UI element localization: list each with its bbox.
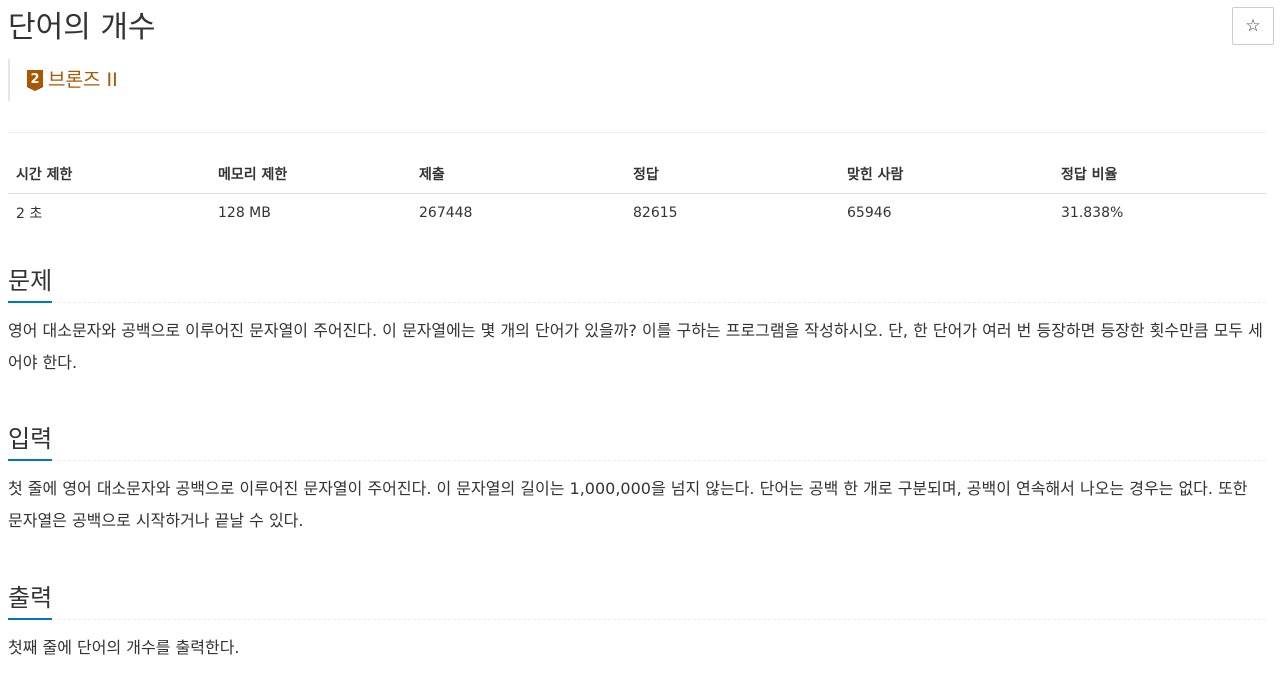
table-header-row: 시간 제한 메모리 제한 제출 정답 맞힌 사람 정답 비율 (8, 155, 1266, 194)
value-accept-ratio: 31.838% (1061, 205, 1124, 221)
header-solved-users: 맞힌 사람 (839, 155, 1053, 194)
input-section: 입력 첫 줄에 영어 대소문자와 공백으로 이루어진 문자열이 주어진다. 이 … (8, 420, 1266, 537)
tier-badge-number: 2 (30, 72, 39, 87)
bronze-tier-icon: 2 (27, 70, 43, 91)
page-title: 단어의 개수 (8, 10, 156, 45)
problem-info-table: 시간 제한 메모리 제한 제출 정답 맞힌 사람 정답 비율 2 초 128 M… (8, 155, 1266, 232)
section-header: 문제 (8, 262, 1266, 303)
value-solved-users: 65946 (847, 205, 892, 221)
section-title-input: 입력 (8, 421, 53, 461)
output-text: 첫째 줄에 단어의 개수를 출력한다. (8, 638, 240, 657)
tier-info: 2 브론즈 II (8, 59, 118, 101)
header-memory-limit: 메모리 제한 (210, 155, 411, 194)
section-title-output: 출력 (8, 580, 53, 620)
input-text: 첫 줄에 영어 대소문자와 공백으로 이루어진 문자열이 주어진다. 이 문자열… (8, 479, 1248, 530)
value-accepted: 82615 (633, 205, 678, 221)
divider (8, 132, 1266, 133)
header-submissions: 제출 (411, 155, 625, 194)
star-button[interactable]: ☆ (1232, 7, 1274, 45)
table-row: 2 초 128 MB 267448 82615 65946 31.838% (8, 194, 1266, 233)
section-title-description: 문제 (8, 263, 53, 303)
output-section: 출력 첫째 줄에 단어의 개수를 출력한다. (8, 579, 1266, 664)
header-time-limit: 시간 제한 (8, 155, 210, 194)
problem-page: 단어의 개수 ☆ 2 브론즈 II 시간 제한 메모리 제한 제출 정답 맞힌 … (8, 0, 1274, 657)
value-submissions: 267448 (419, 205, 473, 221)
value-memory-limit: 128 MB (218, 205, 271, 221)
description-text: 영어 대소문자와 공백으로 이루어진 문자열이 주어진다. 이 문자열에는 몇 … (8, 321, 1263, 372)
star-icon: ☆ (1245, 16, 1261, 36)
header-accept-ratio: 정답 비율 (1053, 155, 1266, 194)
title-row: 단어의 개수 ☆ (8, 0, 1274, 56)
value-time-limit: 2 초 (16, 206, 43, 222)
description-section: 문제 영어 대소문자와 공백으로 이루어진 문자열이 주어진다. 이 문자열에는… (8, 262, 1266, 379)
section-header: 출력 (8, 579, 1266, 620)
header-accepted: 정답 (625, 155, 839, 194)
section-header: 입력 (8, 420, 1266, 461)
tier-label[interactable]: 브론즈 II (48, 69, 118, 91)
